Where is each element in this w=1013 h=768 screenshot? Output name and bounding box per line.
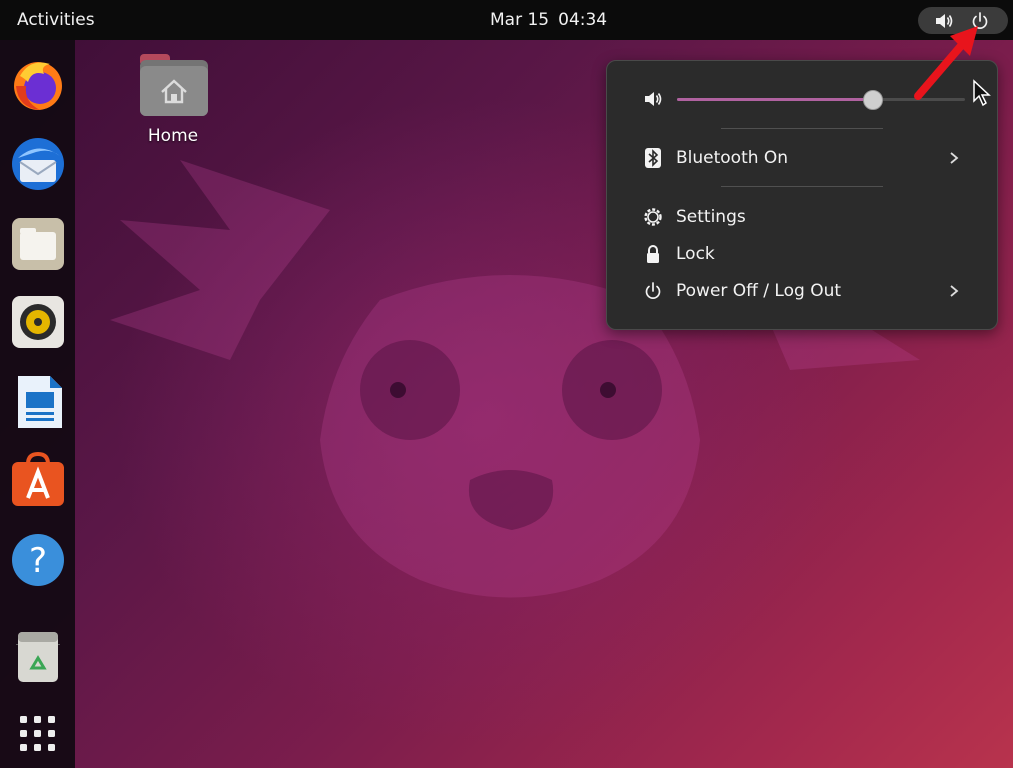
dock-thunderbird[interactable]	[8, 134, 68, 194]
power-icon	[645, 282, 661, 299]
lock-item[interactable]: Lock	[607, 237, 997, 271]
help-icon: ?	[12, 534, 64, 586]
desktop-home-folder[interactable]: Home	[132, 48, 214, 146]
dock-rhythmbox[interactable]	[8, 292, 68, 352]
lock-icon	[647, 245, 659, 263]
mouse-cursor-icon	[973, 79, 991, 107]
dock-help[interactable]: ?	[8, 530, 68, 590]
home-folder-icon	[140, 54, 208, 116]
date-time-button[interactable]: Mar 15 04:34	[478, 7, 619, 33]
dock-firefox[interactable]	[8, 54, 68, 114]
settings-gear-icon	[644, 208, 662, 226]
power-off-log-out-item[interactable]: Power Off / Log Out	[607, 274, 997, 308]
dock-libreoffice-writer[interactable]	[8, 372, 68, 432]
rhythmbox-icon	[12, 296, 64, 348]
dock-files[interactable]	[8, 214, 68, 274]
top-bar: Activities Mar 15 04:34	[0, 0, 1013, 40]
files-icon	[12, 218, 64, 270]
trash-icon	[18, 632, 58, 682]
date-label: Mar 15	[490, 10, 550, 30]
ubuntu-software-icon	[12, 452, 64, 506]
dock-trash[interactable]	[8, 626, 68, 686]
show-apps-button[interactable]	[8, 704, 68, 764]
volume-icon	[645, 92, 662, 106]
home-folder-label: Home	[147, 126, 199, 146]
lock-label: Lock	[676, 244, 715, 264]
bluetooth-icon	[645, 148, 661, 168]
dock: ?	[0, 40, 75, 768]
settings-item[interactable]: Settings	[607, 200, 997, 234]
dock-ubuntu-software[interactable]	[8, 450, 68, 510]
libreoffice-writer-icon	[18, 376, 62, 428]
show-apps-icon	[20, 716, 55, 751]
svg-text:?: ?	[29, 541, 47, 581]
volume-slider-handle[interactable]	[862, 90, 883, 110]
chevron-right-icon	[950, 285, 959, 297]
volume-slider-fill	[677, 98, 873, 101]
bluetooth-label: Bluetooth On	[676, 148, 789, 168]
time-label: 04:34	[558, 10, 608, 30]
menu-separator	[721, 128, 883, 129]
thunderbird-icon	[12, 138, 64, 190]
bluetooth-item[interactable]: Bluetooth On	[607, 141, 997, 175]
activities-button[interactable]: Activities	[6, 7, 106, 33]
chevron-right-icon	[950, 152, 959, 164]
firefox-icon	[14, 62, 62, 110]
power-off-log-out-label: Power Off / Log Out	[676, 281, 842, 301]
menu-separator	[721, 186, 883, 187]
settings-label: Settings	[676, 207, 746, 227]
